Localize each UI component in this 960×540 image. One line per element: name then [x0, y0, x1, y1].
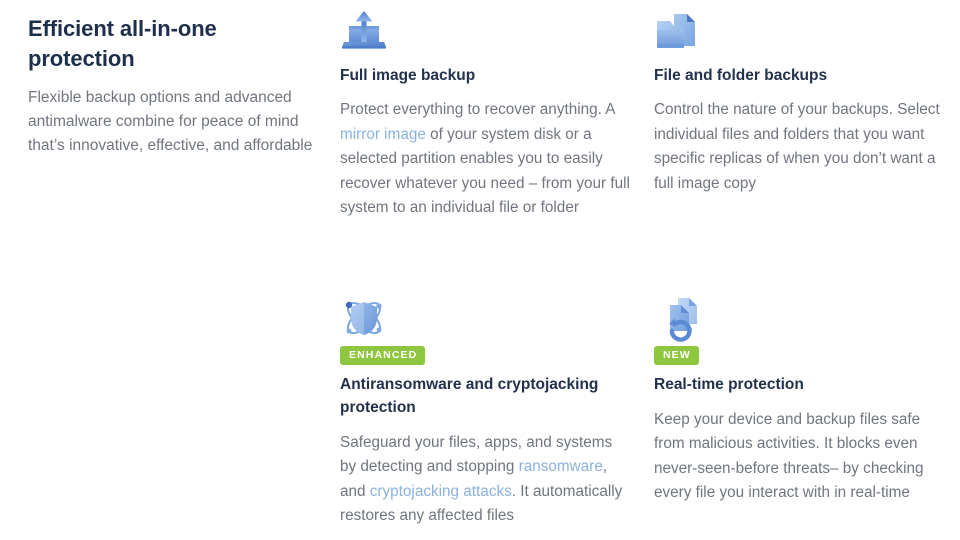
card-body: Safeguard your files, apps, and systems …	[340, 433, 623, 525]
card-title: File and folder backups	[654, 67, 828, 84]
card-title: Antiransomware and cryptojacking protect…	[340, 375, 599, 416]
inline-link[interactable]: cryptojacking attacks	[370, 483, 512, 500]
status-badge-new: NEW	[654, 346, 699, 365]
card-title: Real-time protection	[654, 375, 804, 393]
card-body: Keep your device and backup files safe f…	[654, 410, 924, 502]
refresh-documents-icon	[654, 294, 702, 342]
shield-atom-icon	[340, 294, 388, 342]
card-title: Full image backup	[340, 67, 476, 84]
laptop-upload-icon	[340, 8, 388, 56]
card-body: Protect everything to recover anything. …	[340, 101, 630, 216]
inline-link[interactable]: ransomware	[519, 458, 603, 475]
intro-column: Efficient all-in-one protection Flexible…	[28, 14, 318, 158]
card-body: Control the nature of your backups. Sele…	[654, 101, 940, 192]
intro-description: Flexible backup options and advanced ant…	[28, 89, 313, 154]
page-title: Efficient all-in-one protection	[28, 16, 217, 71]
feature-card-real-time-protection: NEW Real-time protection Keep your devic…	[654, 294, 946, 506]
folder-document-icon	[654, 8, 702, 56]
inline-link[interactable]: mirror image	[340, 126, 426, 143]
feature-card-antiransomware-and-cryptojacking-protection: ENHANCED Antiransomware and cryptojackin…	[340, 294, 632, 529]
feature-card-full-image-backup: Full image backup Protect everything to …	[340, 8, 632, 221]
status-badge-enhanced: ENHANCED	[340, 346, 426, 365]
feature-overview-page: Efficient all-in-one protection Flexible…	[0, 0, 960, 540]
feature-card-file-and-folder-backups: File and folder backups Control the natu…	[654, 8, 946, 196]
